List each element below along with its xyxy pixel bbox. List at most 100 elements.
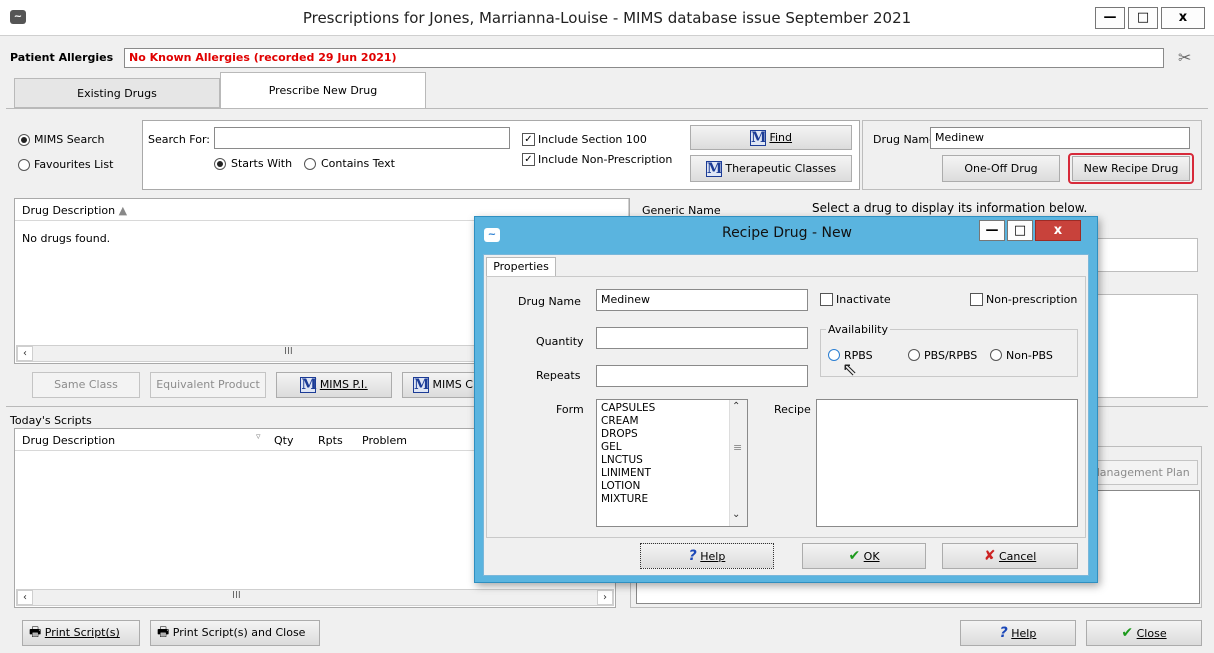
mims-icon: M <box>413 377 430 393</box>
repeats-field[interactable] <box>596 365 808 387</box>
mouse-cursor-icon: ⇖ <box>842 359 858 380</box>
tab-existing-drugs[interactable]: Existing Drugs <box>14 78 220 108</box>
mims-search-label: MIMS Search <box>34 133 105 146</box>
scroll-right-icon[interactable]: › <box>597 590 613 605</box>
management-plan-button[interactable]: Management Plan <box>1082 460 1198 485</box>
dialog-close-button[interactable]: x <box>1035 220 1081 241</box>
pbs-rpbs-radio[interactable] <box>908 349 920 361</box>
list-item[interactable]: LNCTUS <box>601 454 743 467</box>
col-drug-description[interactable]: Drug Description ▲ <box>22 204 127 217</box>
dialog-minimize-button[interactable]: — <box>979 220 1005 241</box>
tab-properties[interactable]: Properties <box>486 257 556 277</box>
list-item[interactable]: LINIMENT <box>601 467 743 480</box>
favourites-radio[interactable] <box>18 159 30 171</box>
search-input[interactable] <box>214 127 510 149</box>
chevron-down-icon[interactable]: ⌄ <box>732 509 740 520</box>
scroll-thumb-grip-icon: ≡ <box>733 441 743 454</box>
form-scrollbar[interactable] <box>729 400 747 526</box>
same-class-button[interactable]: Same Class <box>32 372 140 398</box>
close-window-button[interactable]: x <box>1161 7 1205 29</box>
col-problem[interactable]: Problem <box>362 434 407 447</box>
tools-icon[interactable]: ✂ <box>1178 48 1191 67</box>
window-title: Prescriptions for Jones, Marrianna-Louis… <box>302 9 912 27</box>
checkmark-icon: ✔ <box>1121 625 1134 641</box>
inactivate-checkbox[interactable] <box>820 293 833 306</box>
inactivate-label: Inactivate <box>836 293 891 306</box>
mims-search-radio[interactable] <box>18 134 30 146</box>
dialog-help-button[interactable]: ? Help <box>640 543 774 569</box>
info-text: Select a drug to display its information… <box>812 201 1088 215</box>
minimize-button[interactable]: — <box>1095 7 1125 29</box>
find-button[interactable]: M Find <box>690 125 852 150</box>
drug-name-field[interactable]: Medinew <box>930 127 1190 149</box>
dialog-ok-button[interactable]: ✔ OK <box>802 543 926 569</box>
mims-cmi-button[interactable]: M MIMS C <box>402 372 482 398</box>
patient-allergies-label: Patient Allergies <box>10 51 114 64</box>
dialog-maximize-button[interactable]: □ <box>1007 220 1033 241</box>
recipe-label: Recipe <box>774 403 811 416</box>
tab-prescribe-new-drug[interactable]: Prescribe New Drug <box>220 72 426 109</box>
list-item[interactable]: CAPSULES <box>601 402 743 415</box>
print-scripts-close-button[interactable]: 🖶 Print Script(s) and Close <box>150 620 320 646</box>
starts-with-radio[interactable] <box>214 158 226 170</box>
scroll-thumb-grip-icon: III <box>232 590 241 601</box>
one-off-drug-button[interactable]: One-Off Drug <box>942 155 1060 182</box>
mims-pi-button[interactable]: M MIMS P.I. <box>276 372 392 398</box>
mims-icon: M <box>705 161 723 177</box>
form-list[interactable]: CAPSULES CREAM DROPS GEL LNCTUS LINIMENT… <box>596 399 748 527</box>
dialog-body: Properties Drug Name Medinew Inactivate … <box>483 254 1089 576</box>
list-item[interactable]: DROPS <box>601 428 743 441</box>
list-item[interactable]: CREAM <box>601 415 743 428</box>
list-item[interactable]: GEL <box>601 441 743 454</box>
include-s100-checkbox[interactable]: ✓ <box>522 133 535 146</box>
help-icon: ? <box>688 548 697 564</box>
maximize-button[interactable]: □ <box>1128 7 1158 29</box>
non-pbs-radio[interactable] <box>990 349 1002 361</box>
allergies-field: No Known Allergies (recorded 29 Jun 2021… <box>124 48 1164 68</box>
horizontal-scrollbar[interactable] <box>16 345 476 362</box>
close-button[interactable]: ✔ Close <box>1086 620 1202 646</box>
repeats-label: Repeats <box>536 369 581 382</box>
search-for-label: Search For: <box>148 133 210 146</box>
recipe-drug-dialog: ~ Recipe Drug - New — □ x Properties Dru… <box>474 216 1098 583</box>
print-scripts-button[interactable]: 🖶 Print Script(s) <box>22 620 140 646</box>
quantity-label: Quantity <box>536 335 584 348</box>
scroll-left-icon[interactable]: ‹ <box>17 346 33 361</box>
non-prescription-checkbox[interactable] <box>970 293 983 306</box>
availability-label: Availability <box>826 323 890 336</box>
dialog-drug-name-label: Drug Name <box>518 295 581 308</box>
no-drugs-text: No drugs found. <box>22 232 111 245</box>
info-box-2 <box>1090 294 1198 398</box>
quantity-field[interactable] <box>596 327 808 349</box>
list-item[interactable]: LOTION <box>601 480 743 493</box>
col-script-description[interactable]: Drug Description <box>22 434 115 447</box>
mims-icon: M <box>749 130 767 146</box>
dialog-cancel-button[interactable]: ✘ Cancel <box>942 543 1078 569</box>
contains-text-radio[interactable] <box>304 158 316 170</box>
include-nonrx-checkbox[interactable]: ✓ <box>522 153 535 166</box>
checkmark-icon: ✔ <box>848 548 861 564</box>
chevron-up-icon[interactable]: ⌃ <box>732 401 740 412</box>
new-recipe-drug-button[interactable]: New Recipe Drug <box>1072 156 1190 181</box>
list-item[interactable]: MIXTURE <box>601 493 743 506</box>
therapeutic-classes-button[interactable]: M Therapeutic Classes <box>690 155 852 182</box>
printer-icon: 🖶 <box>29 625 42 640</box>
help-button[interactable]: ? Help <box>960 620 1076 646</box>
info-box-1 <box>1090 238 1198 272</box>
rpbs-radio[interactable] <box>828 349 840 361</box>
mims-icon: M <box>300 377 317 393</box>
dialog-drug-name-field[interactable]: Medinew <box>596 289 808 311</box>
pbs-rpbs-label: PBS/RPBS <box>924 349 978 362</box>
contains-text-label: Contains Text <box>321 157 395 170</box>
col-qty[interactable]: Qty <box>274 434 293 447</box>
favourites-label: Favourites List <box>34 158 114 171</box>
scripts-horizontal-scrollbar[interactable] <box>16 589 614 606</box>
tab-divider <box>6 108 1208 109</box>
cancel-x-icon: ✘ <box>983 548 996 564</box>
col-rpts[interactable]: Rpts <box>318 434 343 447</box>
dialog-title: Recipe Drug - New <box>721 225 853 241</box>
equivalent-product-button[interactable]: Equivalent Product <box>150 372 266 398</box>
printer-icon: 🖶 <box>157 625 170 640</box>
recipe-field[interactable] <box>816 399 1078 527</box>
scroll-left-icon[interactable]: ‹ <box>17 590 33 605</box>
